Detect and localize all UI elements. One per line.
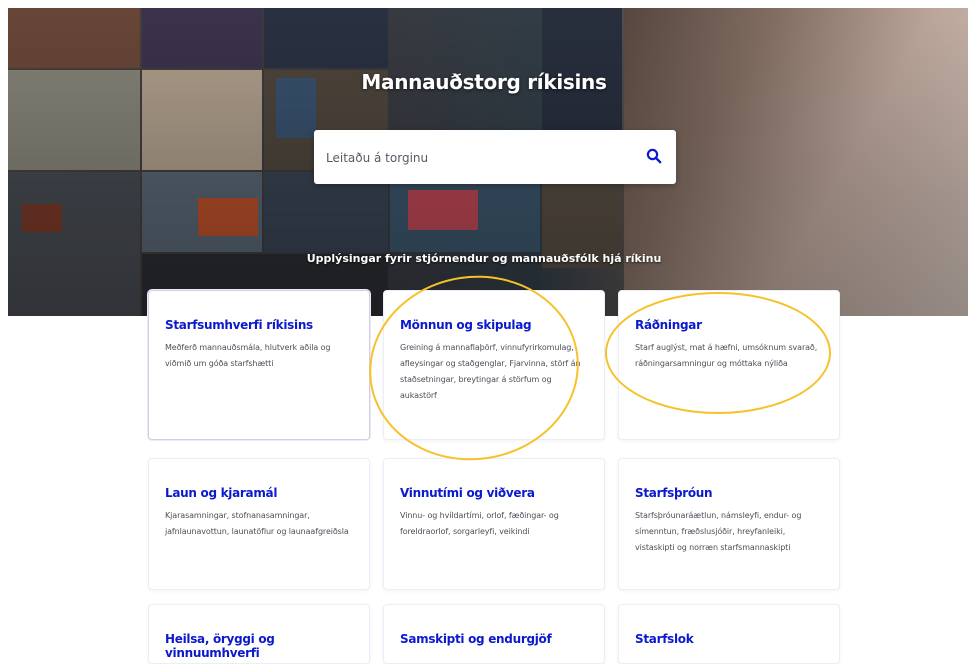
card-description: Starf auglýst, mat á hæfni, umsóknum sva… <box>635 343 818 368</box>
search-input[interactable] <box>324 147 628 169</box>
category-card-radningar[interactable]: Ráðningar Starf auglýst, mat á hæfni, um… <box>618 290 840 440</box>
search-bar[interactable] <box>314 130 676 184</box>
logo-badge <box>474 0 524 6</box>
category-card-starfsthroun[interactable]: Starfsþróun Starfsþróunaráætlun, námsley… <box>618 458 840 590</box>
card-description: Greining á mannaflaþörf, vinnufyrirkomul… <box>400 343 581 400</box>
hero-subtitle: Upplýsingar fyrir stjórnendur og mannauð… <box>306 252 662 265</box>
category-card-samskipti[interactable]: Samskipti og endurgjöf <box>383 604 605 664</box>
card-description: Starfsþróunaráætlun, námsleyfi, endur- o… <box>635 511 802 552</box>
card-title: Samskipti og endurgjöf <box>400 632 552 646</box>
category-card-starfsumhverfi[interactable]: Starfsumhverfi ríkisins Meðferð mannauðs… <box>148 290 370 440</box>
card-description: Meðferð mannauðsmála, hlutverk aðila og … <box>165 343 331 368</box>
card-title: Vinnutími og viðvera <box>400 486 535 500</box>
category-card-heilsa[interactable]: Heilsa, öryggi og vinnuumhverfi <box>148 604 370 664</box>
card-title: Starfsumhverfi ríkisins <box>165 318 313 332</box>
category-card-starfslok[interactable]: Starfslok <box>618 604 840 664</box>
page-title: Mannauðstorg ríkisins <box>361 70 607 94</box>
card-title: Starfsþróun <box>635 486 713 500</box>
card-title: Mönnun og skipulag <box>400 318 532 332</box>
card-description: Kjarasamningar, stofnanasamningar, jafnl… <box>165 511 349 536</box>
category-card-monnun[interactable]: Mönnun og skipulag Greining á mannaflaþö… <box>383 290 605 440</box>
card-title: Ráðningar <box>635 318 702 332</box>
card-title: Laun og kjaramál <box>165 486 278 500</box>
search-icon[interactable] <box>646 148 662 164</box>
category-card-vinnutimi[interactable]: Vinnutími og viðvera Vinnu- og hvíldartí… <box>383 458 605 590</box>
category-card-laun[interactable]: Laun og kjaramál Kjarasamningar, stofnan… <box>148 458 370 590</box>
card-description: Vinnu- og hvíldartími, orlof, fæðingar- … <box>400 511 559 536</box>
card-title: Starfslok <box>635 632 694 646</box>
card-title: Heilsa, öryggi og vinnuumhverfi <box>165 632 275 660</box>
